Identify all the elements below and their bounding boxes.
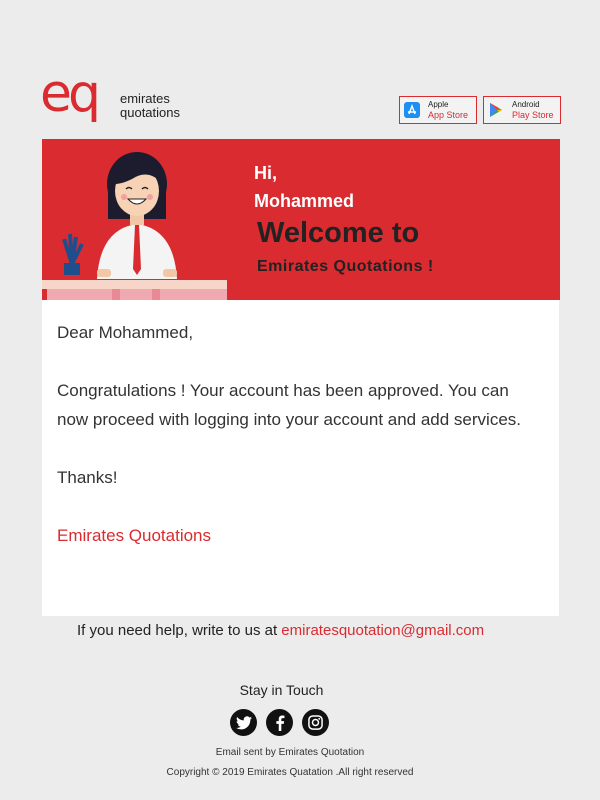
- copyright-text: Copyright © 2019 Emirates Quatation .All…: [166, 767, 414, 778]
- receptionist-illustration: [42, 152, 227, 300]
- help-email-link[interactable]: emiratesquotation@gmail.com: [281, 622, 484, 639]
- play-store-line2: Play Store: [512, 110, 554, 120]
- logo-line-1: emirates: [120, 91, 170, 106]
- welcome-banner: Hi, Mohammed Welcome to Emirates Quotati…: [42, 139, 560, 300]
- sent-by-text: Email sent by Emirates Quotation: [215, 747, 365, 758]
- signature: Emirates Quotations: [57, 526, 212, 545]
- play-store-icon: [490, 103, 502, 117]
- logo-line-2: quotations: [120, 105, 180, 120]
- app-store-icon: [404, 102, 420, 118]
- facebook-icon: [275, 715, 284, 731]
- store-buttons: Apple App Store Android Play Store: [399, 96, 561, 124]
- instagram-link[interactable]: [302, 709, 329, 736]
- instagram-icon: [308, 715, 323, 730]
- message-body: Congratulations ! Your account has been …: [57, 381, 522, 429]
- banner-name: Mohammed: [254, 191, 355, 211]
- plant-icon: [62, 233, 84, 275]
- logo-mark: eq: [40, 64, 101, 124]
- banner-company: Emirates Quotations !: [257, 258, 434, 275]
- app-store-line2: App Store: [428, 110, 469, 120]
- app-store-button[interactable]: Apple App Store: [399, 96, 477, 124]
- twitter-link[interactable]: [230, 709, 257, 736]
- logo-wordmark: emirates quotations: [120, 92, 180, 120]
- facebook-link[interactable]: [266, 709, 293, 736]
- banner-welcome: Welcome to: [257, 217, 420, 249]
- play-store-button[interactable]: Android Play Store: [483, 96, 561, 124]
- thanks-text: Thanks!: [57, 468, 118, 487]
- help-line: If you need help, write to us at emirate…: [77, 622, 484, 639]
- help-text: If you need help, write to us at: [77, 622, 282, 639]
- salutation: Dear Mohammed,: [57, 323, 194, 342]
- app-store-line1: Apple: [428, 100, 449, 109]
- twitter-icon: [235, 715, 252, 729]
- play-store-line1: Android: [512, 100, 540, 109]
- social-links: [230, 709, 329, 736]
- stay-in-touch: Stay in Touch: [239, 682, 324, 698]
- message-card: Dear Mohammed, Congratulations ! Your ac…: [42, 300, 559, 616]
- banner-greeting: Hi, Mohammed: [254, 159, 354, 215]
- brand-logo[interactable]: eq emirates quotations: [40, 68, 200, 126]
- banner-hi: Hi,: [254, 163, 278, 183]
